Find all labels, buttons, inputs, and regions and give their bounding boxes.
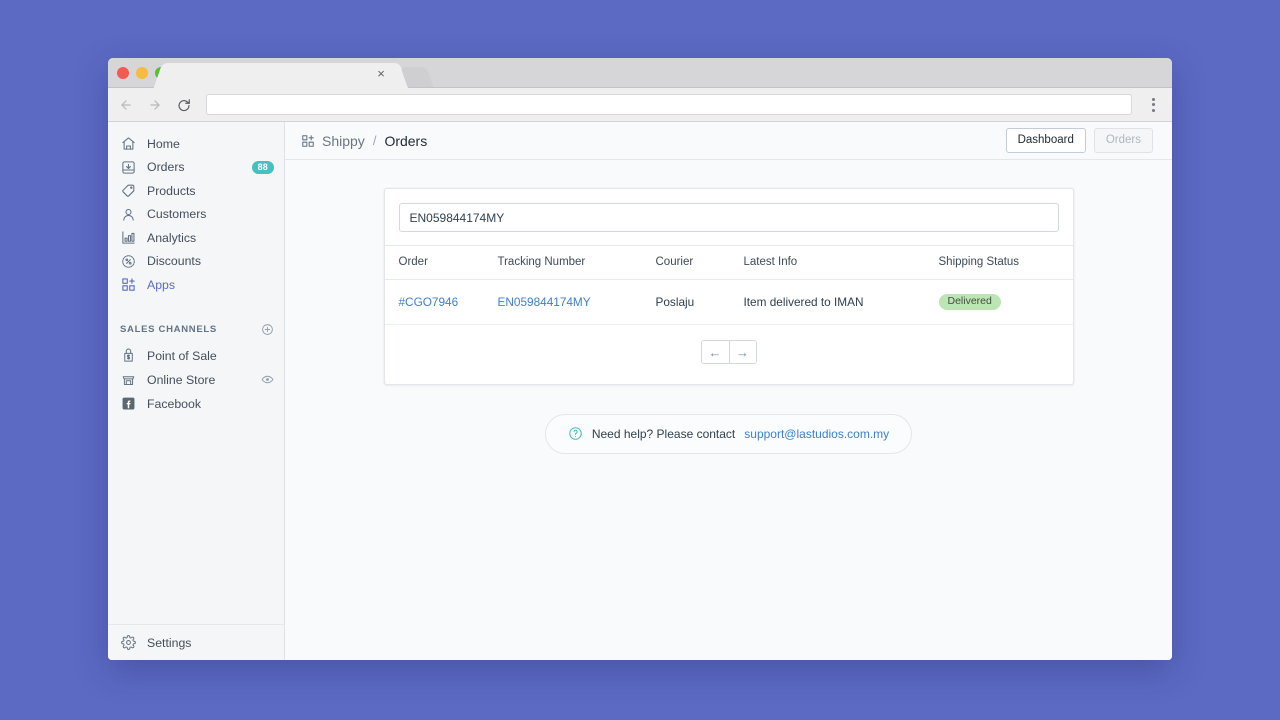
home-icon: [120, 136, 136, 152]
column-header-courier: Courier: [655, 245, 744, 280]
breadcrumb-app-name[interactable]: Shippy: [322, 133, 365, 149]
column-header-shipping-status: Shipping Status: [938, 245, 1073, 280]
question-mark-icon: [568, 426, 583, 441]
reload-icon[interactable]: [174, 95, 194, 115]
pagination-row: ← →: [385, 325, 1073, 384]
browser-tab-strip: ×: [108, 58, 1172, 88]
add-channel-icon[interactable]: [261, 323, 274, 336]
app-root: Home Orders 88 Products Customers Analyt…: [108, 122, 1172, 660]
customers-icon: [120, 206, 136, 222]
column-header-latest-info: Latest Info: [743, 245, 939, 280]
sidebar-item-facebook[interactable]: Facebook: [108, 392, 284, 416]
minimize-window-button[interactable]: [136, 67, 148, 79]
sidebar-item-label: Online Store: [147, 372, 216, 387]
status-badge: Delivered: [938, 293, 1001, 310]
previous-page-button[interactable]: ←: [701, 341, 729, 363]
orders-table: Order Tracking Number Courier Latest Inf…: [384, 245, 1073, 325]
search-row: [385, 189, 1073, 245]
pagination: ← →: [700, 340, 757, 364]
breadcrumb-separator: /: [372, 133, 377, 148]
sidebar-item-label: Orders: [147, 160, 185, 175]
orders-table-head: Order Tracking Number Courier Latest Inf…: [384, 245, 1073, 280]
breadcrumb: Shippy / Orders: [301, 133, 1006, 149]
close-icon[interactable]: ×: [374, 67, 388, 81]
apps-icon: [301, 134, 315, 148]
close-window-button[interactable]: [117, 67, 129, 79]
support-email-link[interactable]: support@lastudios.com.my: [744, 427, 889, 441]
content-area: Order Tracking Number Courier Latest Inf…: [285, 160, 1172, 660]
back-icon[interactable]: [116, 95, 136, 115]
products-icon: [120, 183, 136, 199]
sidebar-item-label: Point of Sale: [147, 348, 217, 363]
sidebar-item-settings[interactable]: Settings: [108, 624, 284, 660]
orders-icon: [120, 159, 136, 175]
orders-button[interactable]: Orders: [1093, 127, 1153, 154]
sales-channels-title: SALES CHANNELS: [120, 324, 217, 335]
preview-store-icon[interactable]: [261, 373, 274, 386]
online-store-icon: [120, 372, 136, 388]
search-input[interactable]: [398, 203, 1059, 232]
sidebar-item-label: Analytics: [147, 230, 197, 245]
facebook-icon: [120, 396, 136, 412]
orders-count-badge: 88: [251, 161, 274, 174]
sidebar-item-point-of-sale[interactable]: Point of Sale: [108, 344, 284, 368]
sidebar: Home Orders 88 Products Customers Analyt…: [108, 122, 285, 660]
page-topbar: Shippy / Orders Dashboard Orders: [285, 122, 1172, 160]
cell-courier: Poslaju: [655, 279, 744, 325]
topbar-actions: Dashboard Orders: [1005, 127, 1153, 154]
sidebar-item-discounts[interactable]: Discounts: [108, 250, 284, 274]
new-tab-button[interactable]: [400, 67, 434, 87]
gear-icon: [120, 635, 136, 651]
cell-tracking: EN059844174MY: [497, 279, 656, 325]
table-row[interactable]: #CGO7946 EN059844174MY Poslaju Item deli…: [384, 279, 1073, 325]
sidebar-item-label: Apps: [147, 277, 176, 292]
sidebar-nav: Home Orders 88 Products Customers Analyt…: [108, 132, 284, 297]
help-banner: Need help? Please contact support@lastud…: [544, 414, 913, 454]
column-header-tracking: Tracking Number: [497, 245, 656, 280]
order-link[interactable]: #CGO7946: [399, 295, 459, 309]
discounts-icon: [120, 253, 136, 269]
browser-menu-icon[interactable]: [1144, 94, 1162, 116]
orders-table-body: #CGO7946 EN059844174MY Poslaju Item deli…: [384, 279, 1073, 325]
cell-shipping-status: Delivered: [938, 279, 1073, 325]
sidebar-item-label: Customers: [147, 207, 207, 222]
sales-channels-list: Point of Sale Online Store Facebook: [108, 344, 284, 416]
cell-latest-info: Item delivered to IMAN: [743, 279, 939, 325]
sidebar-item-home[interactable]: Home: [108, 132, 284, 156]
sales-channels-header: SALES CHANNELS: [108, 319, 284, 341]
sidebar-item-apps[interactable]: Apps: [108, 273, 284, 297]
browser-window: × Home Orders 88 Products Customers Anal…: [108, 58, 1172, 660]
cell-order: #CGO7946: [384, 279, 498, 325]
sidebar-item-label: Facebook: [147, 396, 202, 411]
point-of-sale-icon: [120, 348, 136, 364]
forward-icon[interactable]: [145, 95, 165, 115]
tracking-link[interactable]: EN059844174MY: [498, 295, 591, 309]
browser-toolbar: [108, 88, 1172, 122]
sidebar-item-products[interactable]: Products: [108, 179, 284, 203]
address-bar[interactable]: [206, 94, 1132, 115]
browser-tab[interactable]: ×: [166, 63, 396, 88]
sidebar-item-customers[interactable]: Customers: [108, 203, 284, 227]
next-page-button[interactable]: →: [728, 341, 756, 363]
analytics-icon: [120, 230, 136, 246]
help-row: Need help? Please contact support@lastud…: [285, 414, 1172, 454]
column-header-order: Order: [384, 245, 498, 280]
sidebar-item-orders[interactable]: Orders 88: [108, 156, 284, 180]
sidebar-item-online-store[interactable]: Online Store: [108, 368, 284, 392]
table-header-row: Order Tracking Number Courier Latest Inf…: [384, 245, 1073, 280]
sidebar-item-label: Discounts: [147, 254, 201, 269]
main-content: Shippy / Orders Dashboard Orders EN05984…: [285, 122, 1172, 660]
page-title: Orders: [384, 132, 428, 149]
sidebar-item-label: Products: [147, 183, 196, 198]
apps-icon: [120, 277, 136, 293]
orders-card: Order Tracking Number Courier Latest Inf…: [383, 188, 1074, 385]
help-text: Need help? Please contact: [591, 426, 736, 441]
settings-label: Settings: [147, 635, 192, 650]
sidebar-item-analytics[interactable]: Analytics: [108, 226, 284, 250]
dashboard-button[interactable]: Dashboard: [1005, 127, 1086, 154]
sidebar-item-label: Home: [147, 136, 180, 151]
